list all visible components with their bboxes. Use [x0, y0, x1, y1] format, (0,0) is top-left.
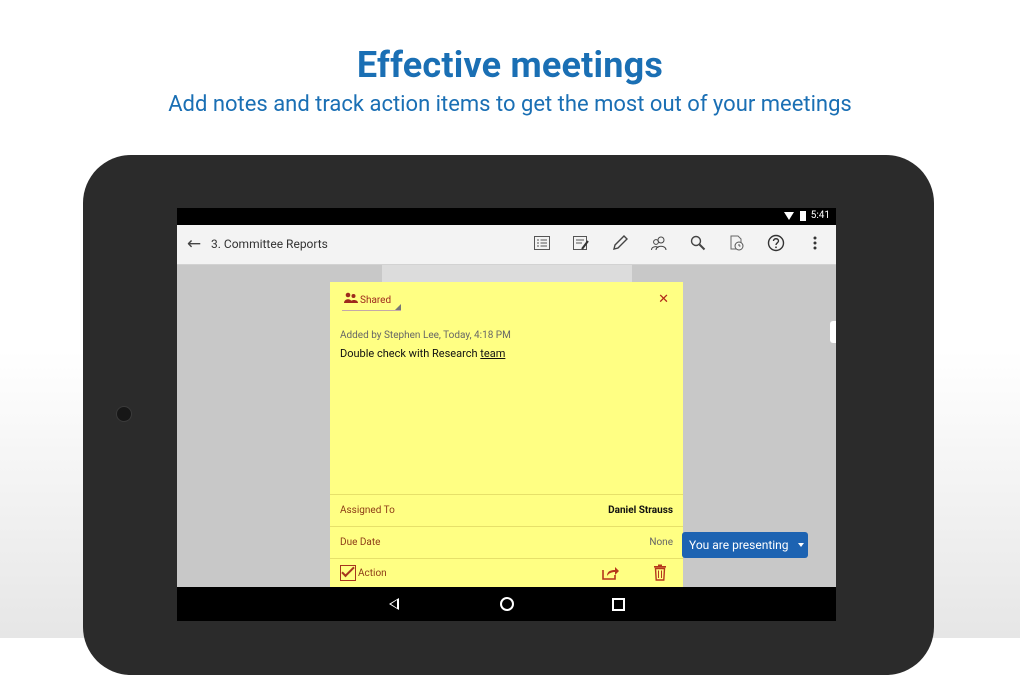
- assigned-to-row[interactable]: Assigned To Daniel Strauss: [330, 494, 683, 526]
- assigned-to-value: Daniel Strauss: [608, 505, 673, 516]
- wifi-icon: [784, 212, 794, 220]
- pencil-icon[interactable]: [611, 234, 631, 254]
- action-label: Action: [358, 568, 387, 579]
- nav-home-icon[interactable]: [500, 597, 514, 611]
- promo-headline: Effective meetings: [356, 44, 664, 86]
- tablet-screen: 5:41 ← 3. Committee Reports Shared ✕ Add…: [177, 208, 836, 621]
- due-date-row[interactable]: Due Date None: [330, 526, 683, 558]
- nav-back-icon[interactable]: [389, 598, 399, 610]
- action-checkbox[interactable]: [340, 565, 356, 581]
- note-meta: Added by Stephen Lee, Today, 4:18 PM: [340, 330, 511, 341]
- help-icon[interactable]: [767, 234, 787, 254]
- close-icon[interactable]: ✕: [658, 292, 669, 307]
- android-nav-bar: [177, 587, 836, 621]
- status-bar: 5:41: [177, 208, 836, 225]
- note-body-underlined-word: team: [480, 347, 506, 360]
- clock-page-icon[interactable]: [728, 234, 748, 254]
- visibility-label: Shared: [360, 295, 392, 307]
- document-title: 3. Committee Reports: [211, 237, 328, 251]
- shared-people-icon: [344, 292, 358, 309]
- back-arrow-icon[interactable]: ←: [185, 233, 203, 255]
- visibility-dropdown[interactable]: Shared: [342, 292, 402, 311]
- battery-icon: [800, 211, 806, 221]
- status-time: 5:41: [810, 210, 830, 221]
- dropdown-corner-icon: [395, 304, 402, 310]
- due-date-label: Due Date: [340, 537, 381, 548]
- edit-note-icon[interactable]: [572, 234, 592, 254]
- app-toolbar: ← 3. Committee Reports: [177, 225, 836, 265]
- people-icon[interactable]: [650, 234, 670, 254]
- share-icon[interactable]: [601, 565, 619, 584]
- overflow-menu-icon[interactable]: [806, 234, 826, 254]
- promo-subheadline: Add notes and track action items to get …: [168, 92, 852, 117]
- note-body-text: Double check with Research: [340, 347, 481, 360]
- presenting-label: You are presenting: [689, 538, 789, 552]
- list-icon[interactable]: [533, 234, 553, 254]
- trash-icon[interactable]: [653, 564, 667, 584]
- presenting-button[interactable]: You are presenting: [682, 532, 808, 558]
- tablet-camera: [116, 406, 132, 422]
- action-row: Action: [330, 558, 683, 590]
- sticky-note: Shared ✕ Added by Stephen Lee, Today, 4:…: [330, 282, 683, 587]
- assigned-to-label: Assigned To: [340, 505, 395, 516]
- search-icon[interactable]: [689, 234, 709, 254]
- due-date-value: None: [649, 537, 673, 548]
- nav-recents-icon[interactable]: [612, 598, 625, 611]
- note-body[interactable]: Double check with Research team: [340, 347, 505, 360]
- side-drawer-handle[interactable]: [830, 321, 836, 343]
- chevron-down-icon: [798, 543, 804, 547]
